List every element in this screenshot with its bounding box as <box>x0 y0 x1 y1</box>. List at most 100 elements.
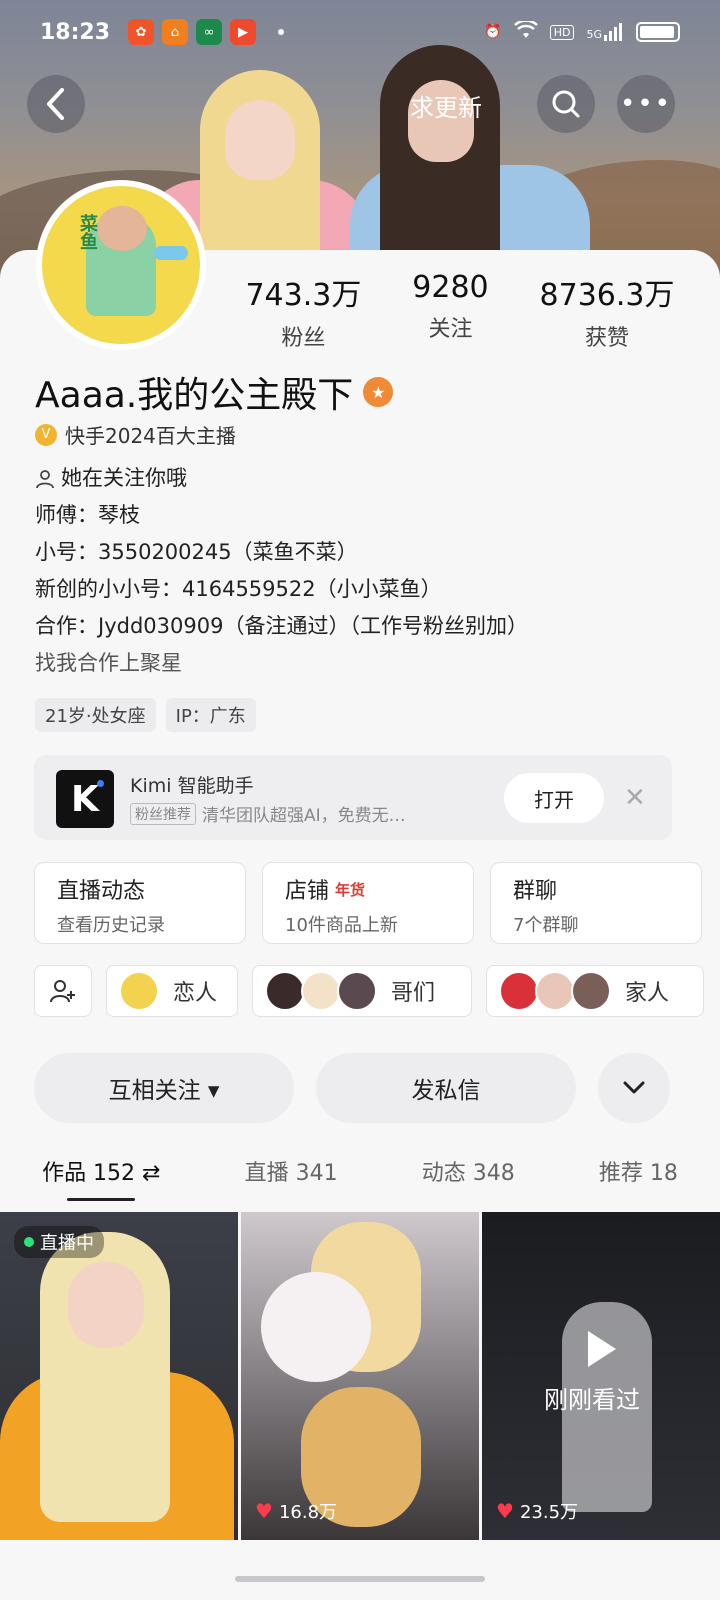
play-icon <box>588 1331 616 1367</box>
signal-icon: 5G <box>586 23 624 41</box>
profile-name: Aaaa.我的公主殿下 <box>35 375 354 416</box>
chevron-left-icon <box>47 88 64 120</box>
group-label: 恋人 <box>173 981 218 1006</box>
group-avatar <box>499 971 539 1011</box>
hd-icon: HD <box>549 24 575 40</box>
group-avatar <box>119 971 159 1011</box>
group-family[interactable]: 家人 <box>486 965 704 1017</box>
live-dot-icon <box>24 1237 34 1247</box>
bio-line: 找我合作上聚星 <box>35 651 182 675</box>
app-icon-4: ▶ <box>230 19 257 45</box>
status-bar: 18:23 ✿ ⌂ ∞ ▶ ⏰ HD 5G <box>0 0 720 64</box>
wifi-icon <box>513 19 538 43</box>
tag-ip-location: IP：广东 <box>165 698 256 732</box>
box-title: 店铺 年货 <box>285 879 366 904</box>
ad-subtitle: 清华团队超强AI，免费无… <box>202 806 406 826</box>
live-badge: 直播中 <box>14 1226 104 1258</box>
search-icon <box>552 90 580 118</box>
status-time: 18:23 <box>40 19 111 45</box>
tab-moments[interactable]: 动态 348 <box>422 1155 515 1201</box>
ad-subtitle-row: 粉丝推荐 清华团队超强AI，免费无… <box>130 801 406 826</box>
app-icon-1: ✿ <box>128 19 155 45</box>
heart-icon: ♥ <box>255 1499 273 1523</box>
stat-label: 获赞 <box>585 326 630 351</box>
app-icon-3: ∞ <box>196 19 223 45</box>
verify-text: 快手2024百大主播 <box>65 424 236 448</box>
alarm-icon: ⏰ <box>484 24 502 40</box>
stat-value: 9280 <box>412 270 489 305</box>
group-chat-box[interactable]: 群聊 7个群聊 <box>490 862 702 944</box>
relationship-groups: 恋人 哥们 家人 <box>34 965 704 1017</box>
stat-value: 743.3万 <box>245 278 362 313</box>
recently-viewed-label: 刚刚看过 <box>544 1386 640 1414</box>
action-buttons: 互相关注 ▾ 发私信 <box>34 1053 670 1123</box>
group-avatar <box>571 971 611 1011</box>
box-title: 直播动态 <box>57 879 146 904</box>
group-buddies[interactable]: 哥们 <box>252 965 472 1017</box>
group-label: 哥们 <box>391 981 436 1006</box>
stat-likes[interactable]: 8736.3万 获赞 <box>540 270 675 352</box>
stat-value: 8736.3万 <box>539 278 675 313</box>
avatar[interactable]: 菜鱼 <box>36 180 206 350</box>
stat-following[interactable]: 9280 关注 <box>412 270 488 352</box>
tab-recommend[interactable]: 推荐 18 <box>599 1155 678 1201</box>
send-message-button[interactable]: 发私信 <box>316 1053 576 1123</box>
name-row: Aaaa.我的公主殿下 ★ <box>35 366 394 418</box>
stat-followers[interactable]: 743.3万 粉丝 <box>245 270 361 352</box>
group-avatar <box>535 971 575 1011</box>
bio: 她在关注你哦 师傅：琴枝 小号：3550200245（菜鱼不菜） 新创的小小号：… <box>35 460 695 682</box>
video-tile-recently-viewed[interactable]: 刚刚看过 ♥ 23.5万 <box>482 1212 720 1540</box>
content-tabs: 作品 152 ⇄ 直播 341 动态 348 推荐 18 <box>0 1155 720 1201</box>
ad-open-button[interactable]: 打开 <box>504 773 604 823</box>
expand-button[interactable] <box>598 1053 670 1123</box>
bio-follows-you: 她在关注你哦 <box>35 460 695 497</box>
bio-line: 小号：3550200245（菜鱼不菜） <box>35 540 358 564</box>
add-person-icon <box>50 980 75 1003</box>
group-avatar <box>265 971 305 1011</box>
stat-label: 粉丝 <box>281 326 326 351</box>
close-icon[interactable]: ✕ <box>624 783 646 813</box>
bio-line: 合作：Jydd030909（备注通过）（工作号粉丝别加） <box>35 614 528 638</box>
video-tile[interactable]: ♥ 16.8万 <box>241 1212 479 1540</box>
tab-live[interactable]: 直播 341 <box>245 1155 338 1201</box>
notification-dot <box>278 29 285 35</box>
profile-stats: 743.3万 粉丝 9280 关注 8736.3万 获赞 <box>220 270 700 352</box>
stat-label: 关注 <box>428 317 473 342</box>
avatar-logo-text: 菜鱼 <box>77 214 98 250</box>
live-history-box[interactable]: 直播动态 查看历史记录 <box>34 862 246 944</box>
verify-row[interactable]: V 快手2024百大主播 <box>35 420 236 449</box>
search-button[interactable] <box>537 75 595 133</box>
like-count: ♥ 23.5万 <box>496 1499 579 1523</box>
bio-line: 新创的小小号：4164559522（小小菜鱼） <box>35 577 442 601</box>
kimi-logo-icon: K <box>56 770 114 828</box>
group-avatar <box>337 971 377 1011</box>
video-tile-live[interactable]: 直播中 <box>0 1212 238 1540</box>
box-subtitle: 10件商品上新 <box>285 915 398 936</box>
chevron-down-icon <box>623 1081 645 1094</box>
app-icon-2: ⌂ <box>162 19 189 45</box>
add-friend-button[interactable] <box>34 965 92 1017</box>
box-subtitle: 查看历史记录 <box>57 915 165 936</box>
group-lovers[interactable]: 恋人 <box>106 965 238 1017</box>
new-year-tag: 年货 <box>335 880 366 899</box>
more-dots-icon: ••• <box>619 89 672 119</box>
box-title: 群聊 <box>513 879 558 904</box>
tag-age-sign: 21岁·处女座 <box>35 698 156 732</box>
status-indicators: ⏰ HD 5G <box>484 19 680 43</box>
ad-pill: 粉丝推荐 <box>130 802 196 825</box>
tab-works[interactable]: 作品 152 ⇄ <box>42 1155 160 1201</box>
verified-icon: V <box>35 423 57 446</box>
heart-icon: ♥ <box>496 1499 514 1523</box>
person-icon <box>36 469 54 488</box>
bio-line: 师傅：琴枝 <box>35 503 140 527</box>
like-count: ♥ 16.8万 <box>255 1499 338 1523</box>
more-button[interactable]: ••• <box>617 75 675 133</box>
home-indicator[interactable] <box>235 1576 485 1582</box>
battery-icon <box>636 22 680 42</box>
star-badge-icon[interactable]: ★ <box>363 377 394 407</box>
ad-banner[interactable]: K Kimi 智能助手 粉丝推荐 清华团队超强AI，免费无… 打开 ✕ <box>34 755 672 840</box>
mutual-follow-button[interactable]: 互相关注 ▾ <box>34 1053 294 1123</box>
back-button[interactable] <box>27 75 85 133</box>
cover-title: 求更新 <box>410 94 482 122</box>
shop-box[interactable]: 店铺 年货 10件商品上新 <box>262 862 474 944</box>
